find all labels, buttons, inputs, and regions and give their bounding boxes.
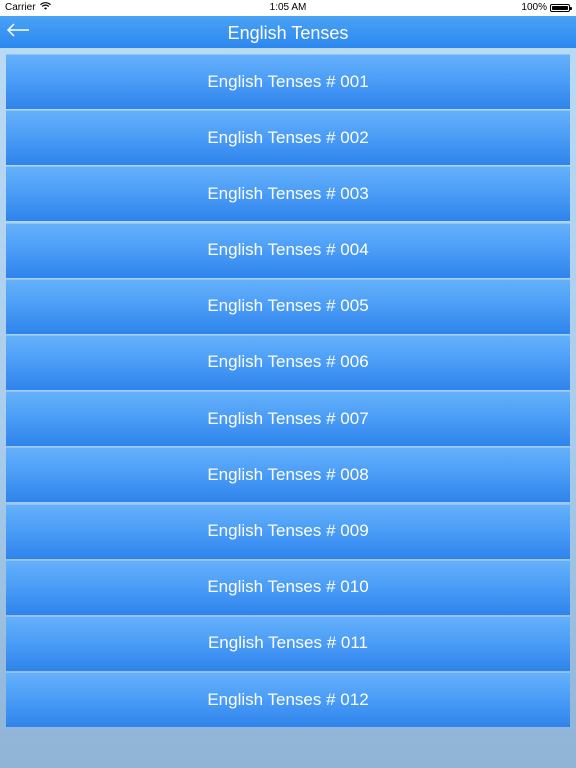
list-item[interactable]: English Tenses # 007 bbox=[6, 391, 570, 447]
battery-fill bbox=[552, 5, 568, 10]
list-item-label: English Tenses # 005 bbox=[207, 296, 369, 316]
list-item-label: English Tenses # 002 bbox=[207, 127, 369, 147]
status-time: 1:05 AM bbox=[269, 2, 307, 13]
list-item[interactable]: English Tenses # 011 bbox=[6, 615, 570, 671]
battery-icon bbox=[550, 3, 572, 12]
status-bar: Carrier 1:05 AM 100% bbox=[0, 0, 576, 16]
list-item-label: English Tenses # 007 bbox=[207, 408, 369, 428]
list-item-label: English Tenses # 006 bbox=[207, 352, 369, 372]
list-item[interactable]: English Tenses # 003 bbox=[6, 166, 570, 222]
list-item[interactable]: English Tenses # 002 bbox=[6, 110, 570, 166]
list-item-label: English Tenses # 009 bbox=[207, 521, 369, 540]
list-item-label: English Tenses # 010 bbox=[207, 577, 369, 597]
tenses-list: English Tenses # 001 English Tenses # 002… bbox=[6, 54, 570, 728]
status-right: 100% bbox=[521, 2, 572, 13]
list-item[interactable]: English Tenses # 009 bbox=[6, 503, 570, 559]
list-item[interactable]: English Tenses # 010 bbox=[6, 559, 570, 615]
list-item[interactable]: English Tenses # 005 bbox=[6, 278, 570, 334]
navigation-bar: English Tenses bbox=[0, 16, 576, 48]
list-item[interactable]: English Tenses # 006 bbox=[6, 334, 570, 390]
list-item[interactable]: English Tenses # 008 bbox=[6, 447, 570, 503]
list-item-label: English Tenses # 011 bbox=[207, 633, 369, 653]
list-item-label: English Tenses # 004 bbox=[207, 240, 369, 260]
list-item-label: English Tenses # 008 bbox=[207, 464, 369, 484]
list-item-label: English Tenses # 001 bbox=[207, 71, 369, 91]
list-item[interactable]: English Tenses # 012 bbox=[6, 672, 570, 728]
list-item[interactable]: English Tenses # 004 bbox=[6, 222, 570, 278]
page-title: English Tenses bbox=[227, 23, 349, 43]
list-item[interactable]: English Tenses # 001 bbox=[6, 54, 570, 109]
battery-percent: 100% bbox=[521, 2, 547, 13]
list-item-label: English Tenses # 003 bbox=[207, 183, 369, 203]
list-item-label: English Tenses # 012 bbox=[207, 689, 369, 709]
